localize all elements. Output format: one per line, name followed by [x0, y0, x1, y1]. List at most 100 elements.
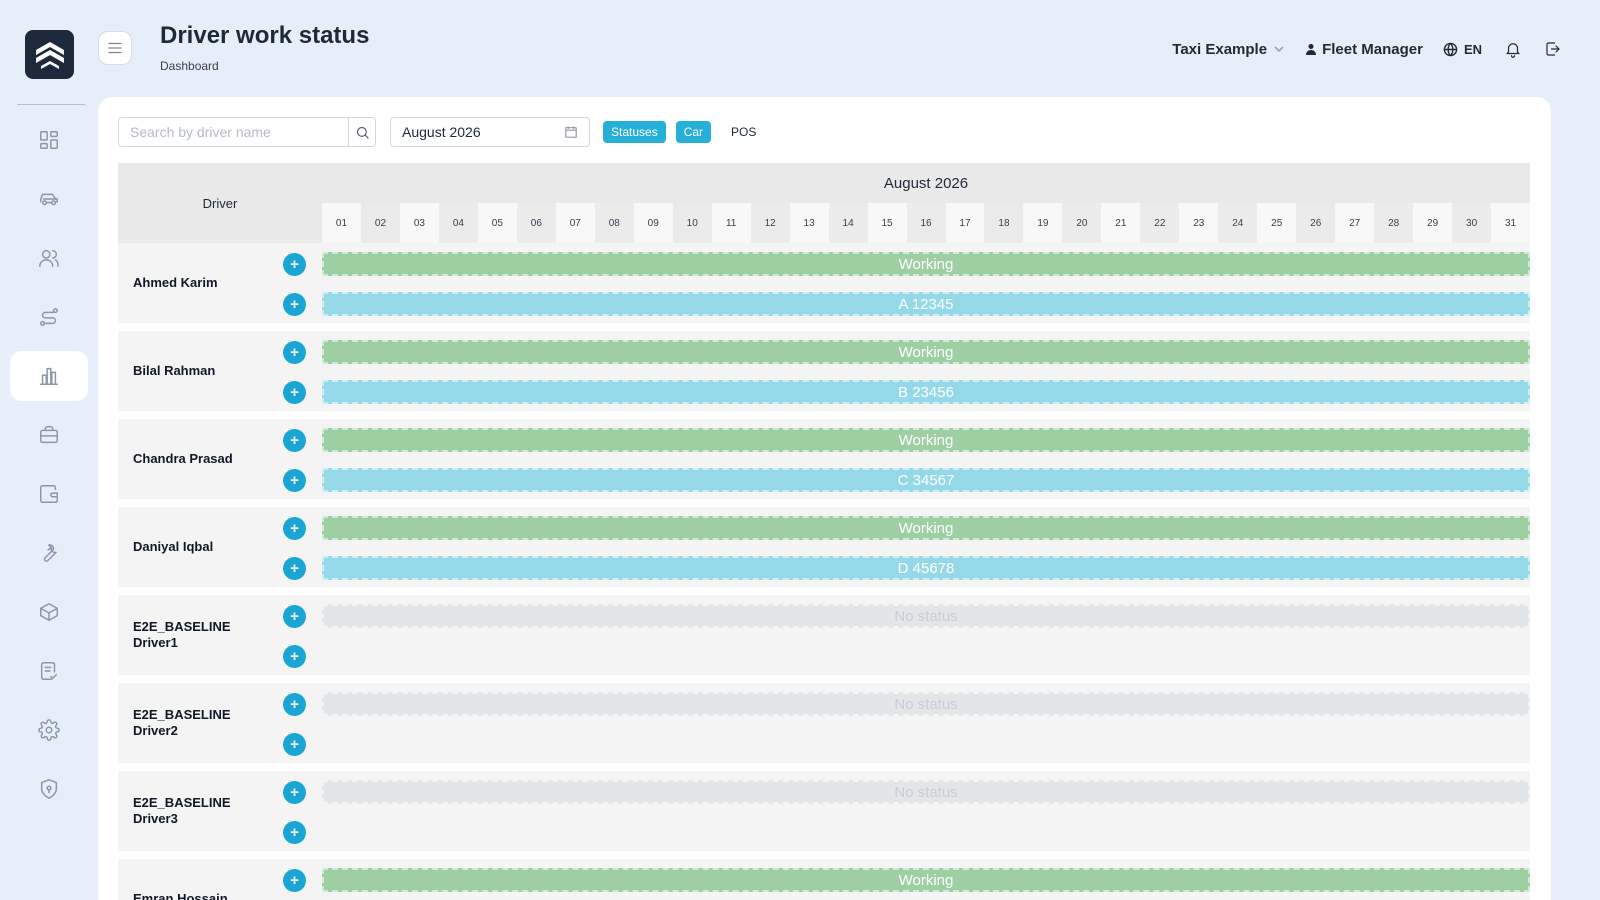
- logout-icon: [1546, 42, 1560, 56]
- route-icon: [40, 308, 58, 326]
- status-bar[interactable]: No status: [322, 780, 1530, 804]
- day-header: 17: [945, 203, 985, 243]
- add-car-button[interactable]: +: [283, 293, 306, 316]
- chevron-down-icon: [1274, 46, 1284, 53]
- car-bar[interactable]: C 34567: [322, 468, 1530, 492]
- day-header: 28: [1374, 203, 1414, 243]
- day-header: 21: [1101, 203, 1141, 243]
- driver-row: Chandra Prasad + + Working C 34567: [118, 419, 1530, 499]
- page-title: Driver work status: [160, 22, 370, 49]
- car-bar[interactable]: D 45678: [322, 556, 1530, 580]
- day-header: 20: [1062, 203, 1102, 243]
- sidebar-item-reports[interactable]: [10, 351, 88, 401]
- app-logo[interactable]: [25, 30, 74, 79]
- status-bar[interactable]: Working: [322, 868, 1530, 892]
- add-car-button[interactable]: +: [283, 469, 306, 492]
- logout-button[interactable]: [1544, 40, 1562, 58]
- add-car-button[interactable]: +: [283, 381, 306, 404]
- driver-name[interactable]: Bilal Rahman: [133, 331, 273, 411]
- company-selector[interactable]: Taxi Example: [1172, 41, 1285, 58]
- sidebar-item-dashboard[interactable]: [10, 115, 88, 165]
- sidebar-item-inventory[interactable]: [10, 587, 88, 637]
- main-card: August 2026 Statuses Car POS Driver Augu…: [98, 97, 1551, 900]
- driver-search-input[interactable]: [118, 117, 348, 147]
- sidebar-item-checklists[interactable]: [10, 646, 88, 696]
- search-button[interactable]: [348, 117, 376, 147]
- add-status-button[interactable]: +: [283, 517, 306, 540]
- sidebar-item-vehicles[interactable]: [10, 174, 88, 224]
- day-header: 24: [1218, 203, 1258, 243]
- add-status-button[interactable]: +: [283, 869, 306, 892]
- language-selector[interactable]: EN: [1443, 42, 1482, 57]
- driver-name[interactable]: Chandra Prasad: [133, 419, 273, 499]
- add-status-button[interactable]: +: [283, 693, 306, 716]
- add-status-button[interactable]: +: [283, 781, 306, 804]
- user-name: Fleet Manager: [1322, 40, 1423, 58]
- schedule-grid: Driver August 2026 01 02 03 04 05 06 07 08 09 10 1…: [118, 163, 1531, 900]
- car-bar[interactable]: A 12345: [322, 292, 1530, 316]
- add-status-button[interactable]: +: [283, 253, 306, 276]
- sidebar-item-jobs[interactable]: [10, 410, 88, 460]
- day-header: 09: [633, 203, 673, 243]
- add-status-button[interactable]: +: [283, 341, 306, 364]
- day-header: 18: [984, 203, 1024, 243]
- driver-name[interactable]: Daniyal Iqbal: [133, 507, 273, 587]
- driver-name[interactable]: E2E_BASELINE Driver2: [133, 683, 273, 763]
- status-bar[interactable]: No status: [322, 692, 1530, 716]
- menu-toggle-button[interactable]: [98, 31, 132, 65]
- month-picker[interactable]: August 2026: [390, 117, 590, 147]
- sidebar-nav: [10, 115, 88, 823]
- filter-chip-car[interactable]: Car: [675, 121, 712, 143]
- day-header: 05: [477, 203, 517, 243]
- sidebar-item-security[interactable]: [10, 764, 88, 814]
- filter-chip-pos[interactable]: POS: [723, 121, 764, 143]
- status-bar[interactable]: Working: [322, 252, 1530, 276]
- day-header: 02: [360, 203, 400, 243]
- status-bar[interactable]: No status: [322, 604, 1530, 628]
- day-header: 01: [322, 203, 361, 243]
- driver-name[interactable]: E2E_BASELINE Driver1: [133, 595, 273, 675]
- driver-row: E2E_BASELINE Driver3 + + No status: [118, 771, 1530, 851]
- day-header: 22: [1140, 203, 1180, 243]
- day-header: 14: [828, 203, 868, 243]
- add-car-button[interactable]: +: [283, 733, 306, 756]
- sidebar-item-maintenance[interactable]: [10, 528, 88, 578]
- breadcrumb[interactable]: Dashboard: [160, 59, 219, 73]
- sidebar-item-routes[interactable]: [10, 292, 88, 342]
- notifications-button[interactable]: [1504, 40, 1522, 58]
- user-menu[interactable]: Fleet Manager: [1305, 41, 1423, 58]
- add-car-button[interactable]: +: [283, 557, 306, 580]
- hamburger-icon: [108, 42, 122, 54]
- day-header: 12: [750, 203, 790, 243]
- add-status-button[interactable]: +: [283, 605, 306, 628]
- add-car-button[interactable]: +: [283, 821, 306, 844]
- car-bar[interactable]: B 23456: [322, 380, 1530, 404]
- driver-column-header: Driver: [202, 195, 238, 211]
- day-header: 19: [1023, 203, 1063, 243]
- day-header: 10: [672, 203, 712, 243]
- user-icon: [1306, 44, 1317, 55]
- filter-chip-statuses[interactable]: Statuses: [603, 121, 666, 143]
- sidebar-item-drivers[interactable]: [10, 233, 88, 283]
- day-header: 13: [789, 203, 829, 243]
- status-bar[interactable]: Working: [322, 516, 1530, 540]
- sidebar-item-payments[interactable]: [10, 469, 88, 519]
- sidebar-divider: [17, 104, 85, 105]
- status-bar[interactable]: Working: [322, 340, 1530, 364]
- bell-icon: [1506, 43, 1520, 58]
- day-header: 03: [399, 203, 439, 243]
- status-bar[interactable]: Working: [322, 428, 1530, 452]
- driver-name[interactable]: Ahmed Karim: [133, 243, 273, 323]
- add-car-button[interactable]: +: [283, 645, 306, 668]
- driver-name[interactable]: Emran Hossain: [133, 859, 273, 900]
- day-header: 30: [1452, 203, 1492, 243]
- logo-chevrons-icon: [35, 41, 64, 69]
- day-header: 31: [1491, 203, 1531, 243]
- day-header: 15: [867, 203, 907, 243]
- driver-name[interactable]: E2E_BASELINE Driver3: [133, 771, 273, 851]
- add-status-button[interactable]: +: [283, 429, 306, 452]
- calendar-icon: [565, 126, 577, 138]
- sidebar-item-settings[interactable]: [10, 705, 88, 755]
- day-header: 04: [438, 203, 478, 243]
- checklist-icon: [40, 662, 58, 680]
